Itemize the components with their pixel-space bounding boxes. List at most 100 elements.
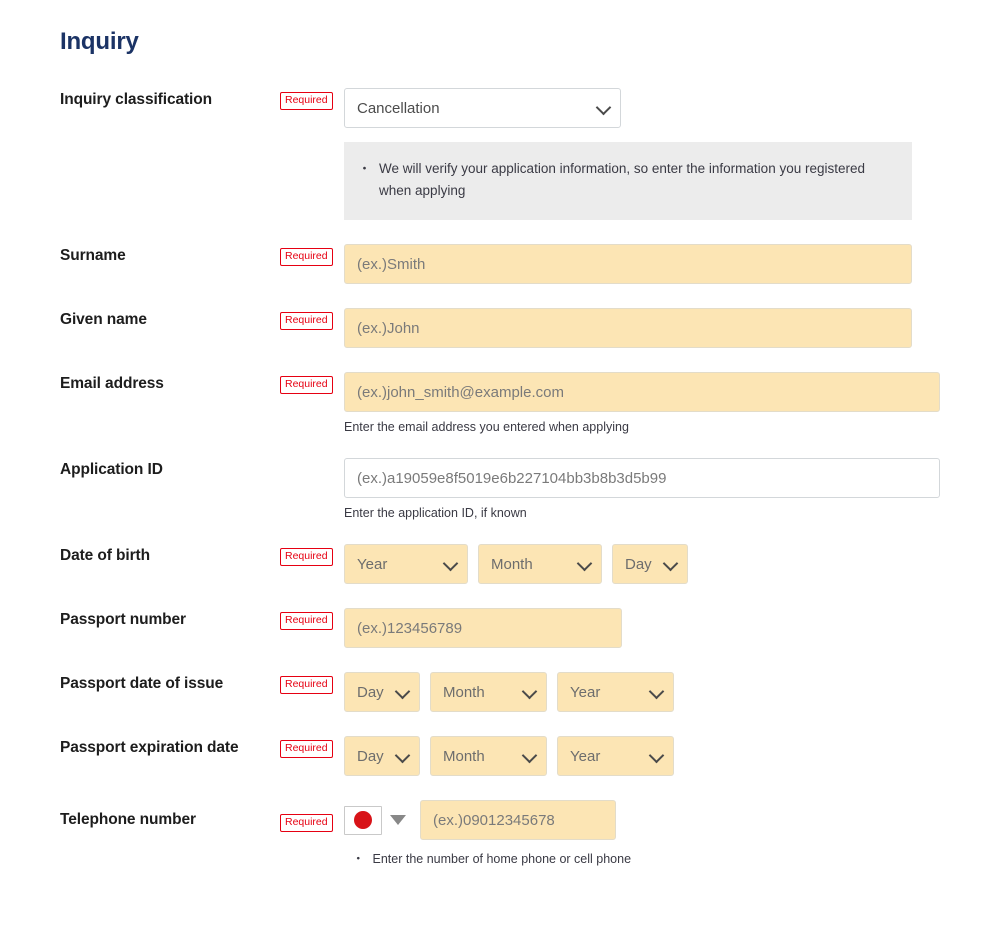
- passport-expiration-year-value: Year: [570, 748, 600, 765]
- telephone-number-placeholder: (ex.)09012345678: [433, 812, 555, 829]
- passport-issue-day-select[interactable]: Day: [344, 672, 420, 712]
- passport-expiration-date-group: Day Month Year: [344, 736, 960, 776]
- date-of-birth-day-value: Day: [625, 556, 652, 573]
- passport-expiration-month-select[interactable]: Month: [430, 736, 547, 776]
- surname-input[interactable]: (ex.)Smith: [344, 244, 912, 284]
- chevron-down-icon: [443, 556, 459, 572]
- required-badge: Required: [280, 92, 333, 110]
- badge-cell-given-name: Required: [280, 308, 344, 330]
- field-row-surname: Surname Required (ex.)Smith: [60, 244, 960, 284]
- passport-number-placeholder: (ex.)123456789: [357, 620, 462, 637]
- passport-issue-month-select[interactable]: Month: [430, 672, 547, 712]
- field-cell-email-address: (ex.)john_smith@example.com Enter the em…: [344, 372, 960, 436]
- telephone-input-group: (ex.)09012345678: [344, 800, 960, 840]
- inquiry-form: Inquiry classification Required Cancella…: [60, 88, 960, 868]
- surname-placeholder: (ex.)Smith: [357, 256, 425, 273]
- application-id-input[interactable]: (ex.)a19059e8f5019e6b227104bb3b8b3d5b99: [344, 458, 940, 498]
- given-name-placeholder: (ex.)John: [357, 320, 420, 337]
- chevron-down-icon: [522, 684, 538, 700]
- required-badge: Required: [280, 676, 333, 694]
- date-of-birth-month-select[interactable]: Month: [478, 544, 602, 584]
- inquiry-classification-value: Cancellation: [357, 100, 440, 117]
- badge-cell-inquiry-classification: Required: [280, 88, 344, 110]
- label-surname: Surname: [60, 244, 280, 266]
- notice-label-spacer: [60, 142, 280, 144]
- telephone-number-input[interactable]: (ex.)09012345678: [420, 800, 616, 840]
- label-passport-expiration-date: Passport expiration date: [60, 736, 280, 758]
- field-cell-application-id: (ex.)a19059e8f5019e6b227104bb3b8b3d5b99 …: [344, 458, 960, 522]
- date-of-birth-group: Year Month Day: [344, 544, 960, 584]
- notice-row: ・ We will verify your application inform…: [60, 142, 960, 220]
- field-row-passport-number: Passport number Required (ex.)123456789: [60, 608, 960, 648]
- chevron-down-icon: [395, 748, 411, 764]
- required-badge: Required: [280, 248, 333, 266]
- passport-date-of-issue-group: Day Month Year: [344, 672, 960, 712]
- required-badge: Required: [280, 814, 333, 832]
- field-row-passport-expiration-date: Passport expiration date Required Day Mo…: [60, 736, 960, 776]
- field-cell-date-of-birth: Year Month Day: [344, 544, 960, 584]
- label-application-id: Application ID: [60, 458, 280, 480]
- label-inquiry-classification: Inquiry classification: [60, 88, 280, 110]
- date-of-birth-year-select[interactable]: Year: [344, 544, 468, 584]
- label-telephone-number: Telephone number: [60, 800, 280, 830]
- passport-issue-day-value: Day: [357, 684, 384, 701]
- required-badge: Required: [280, 548, 333, 566]
- inquiry-form-page: Inquiry Inquiry classification Required …: [0, 0, 1004, 952]
- field-cell-inquiry-classification: Cancellation: [344, 88, 960, 128]
- passport-expiration-month-value: Month: [443, 748, 485, 765]
- required-badge: Required: [280, 740, 333, 758]
- passport-expiration-year-select[interactable]: Year: [557, 736, 674, 776]
- badge-cell-date-of-birth: Required: [280, 544, 344, 566]
- telephone-number-help: ・ Enter the number of home phone or cell…: [352, 850, 960, 868]
- passport-expiration-day-value: Day: [357, 748, 384, 765]
- passport-issue-year-select[interactable]: Year: [557, 672, 674, 712]
- inquiry-classification-select[interactable]: Cancellation: [344, 88, 621, 128]
- japan-flag-icon: [354, 811, 372, 829]
- bullet-icon: ・: [358, 158, 371, 180]
- label-date-of-birth: Date of birth: [60, 544, 280, 566]
- chevron-down-icon: [663, 556, 679, 572]
- field-row-telephone-number: Telephone number Required (ex.)090123456…: [60, 800, 960, 868]
- chevron-down-icon: [522, 748, 538, 764]
- application-id-placeholder: (ex.)a19059e8f5019e6b227104bb3b8b3d5b99: [357, 470, 666, 487]
- notice-text: We will verify your application informat…: [379, 158, 894, 202]
- date-of-birth-day-select[interactable]: Day: [612, 544, 688, 584]
- required-badge: Required: [280, 312, 333, 330]
- field-cell-passport-date-of-issue: Day Month Year: [344, 672, 960, 712]
- caret-down-icon[interactable]: [390, 815, 406, 825]
- email-address-input[interactable]: (ex.)john_smith@example.com: [344, 372, 940, 412]
- badge-cell-passport-expiration-date: Required: [280, 736, 344, 758]
- badge-cell-passport-date-of-issue: Required: [280, 672, 344, 694]
- date-of-birth-year-value: Year: [357, 556, 387, 573]
- passport-expiration-day-select[interactable]: Day: [344, 736, 420, 776]
- field-row-given-name: Given name Required (ex.)John: [60, 308, 960, 348]
- notice-box: ・ We will verify your application inform…: [344, 142, 912, 220]
- telephone-number-help-text: Enter the number of home phone or cell p…: [373, 850, 632, 868]
- required-badge: Required: [280, 376, 333, 394]
- required-badge: Required: [280, 612, 333, 630]
- notice-item: ・ We will verify your application inform…: [358, 158, 894, 202]
- field-cell-surname: (ex.)Smith: [344, 244, 960, 284]
- field-cell-telephone-number: (ex.)09012345678 ・ Enter the number of h…: [344, 800, 960, 868]
- badge-cell-surname: Required: [280, 244, 344, 266]
- field-cell-given-name: (ex.)John: [344, 308, 960, 348]
- field-row-email-address: Email address Required (ex.)john_smith@e…: [60, 372, 960, 436]
- application-id-help: Enter the application ID, if known: [344, 504, 960, 522]
- country-select-button[interactable]: [344, 806, 382, 835]
- label-given-name: Given name: [60, 308, 280, 330]
- passport-number-input[interactable]: (ex.)123456789: [344, 608, 622, 648]
- field-row-inquiry-classification: Inquiry classification Required Cancella…: [60, 88, 960, 128]
- bullet-icon: ・: [352, 850, 365, 868]
- badge-cell-application-id: [280, 458, 344, 460]
- email-address-help: Enter the email address you entered when…: [344, 418, 960, 436]
- notice-cell: ・ We will verify your application inform…: [344, 142, 960, 220]
- field-row-passport-date-of-issue: Passport date of issue Required Day Mont…: [60, 672, 960, 712]
- chevron-down-icon: [395, 684, 411, 700]
- notice-badge-spacer: [280, 142, 344, 144]
- chevron-down-icon: [649, 748, 665, 764]
- field-cell-passport-expiration-date: Day Month Year: [344, 736, 960, 776]
- passport-issue-month-value: Month: [443, 684, 485, 701]
- given-name-input[interactable]: (ex.)John: [344, 308, 912, 348]
- field-row-application-id: Application ID (ex.)a19059e8f5019e6b2271…: [60, 458, 960, 522]
- email-address-placeholder: (ex.)john_smith@example.com: [357, 384, 564, 401]
